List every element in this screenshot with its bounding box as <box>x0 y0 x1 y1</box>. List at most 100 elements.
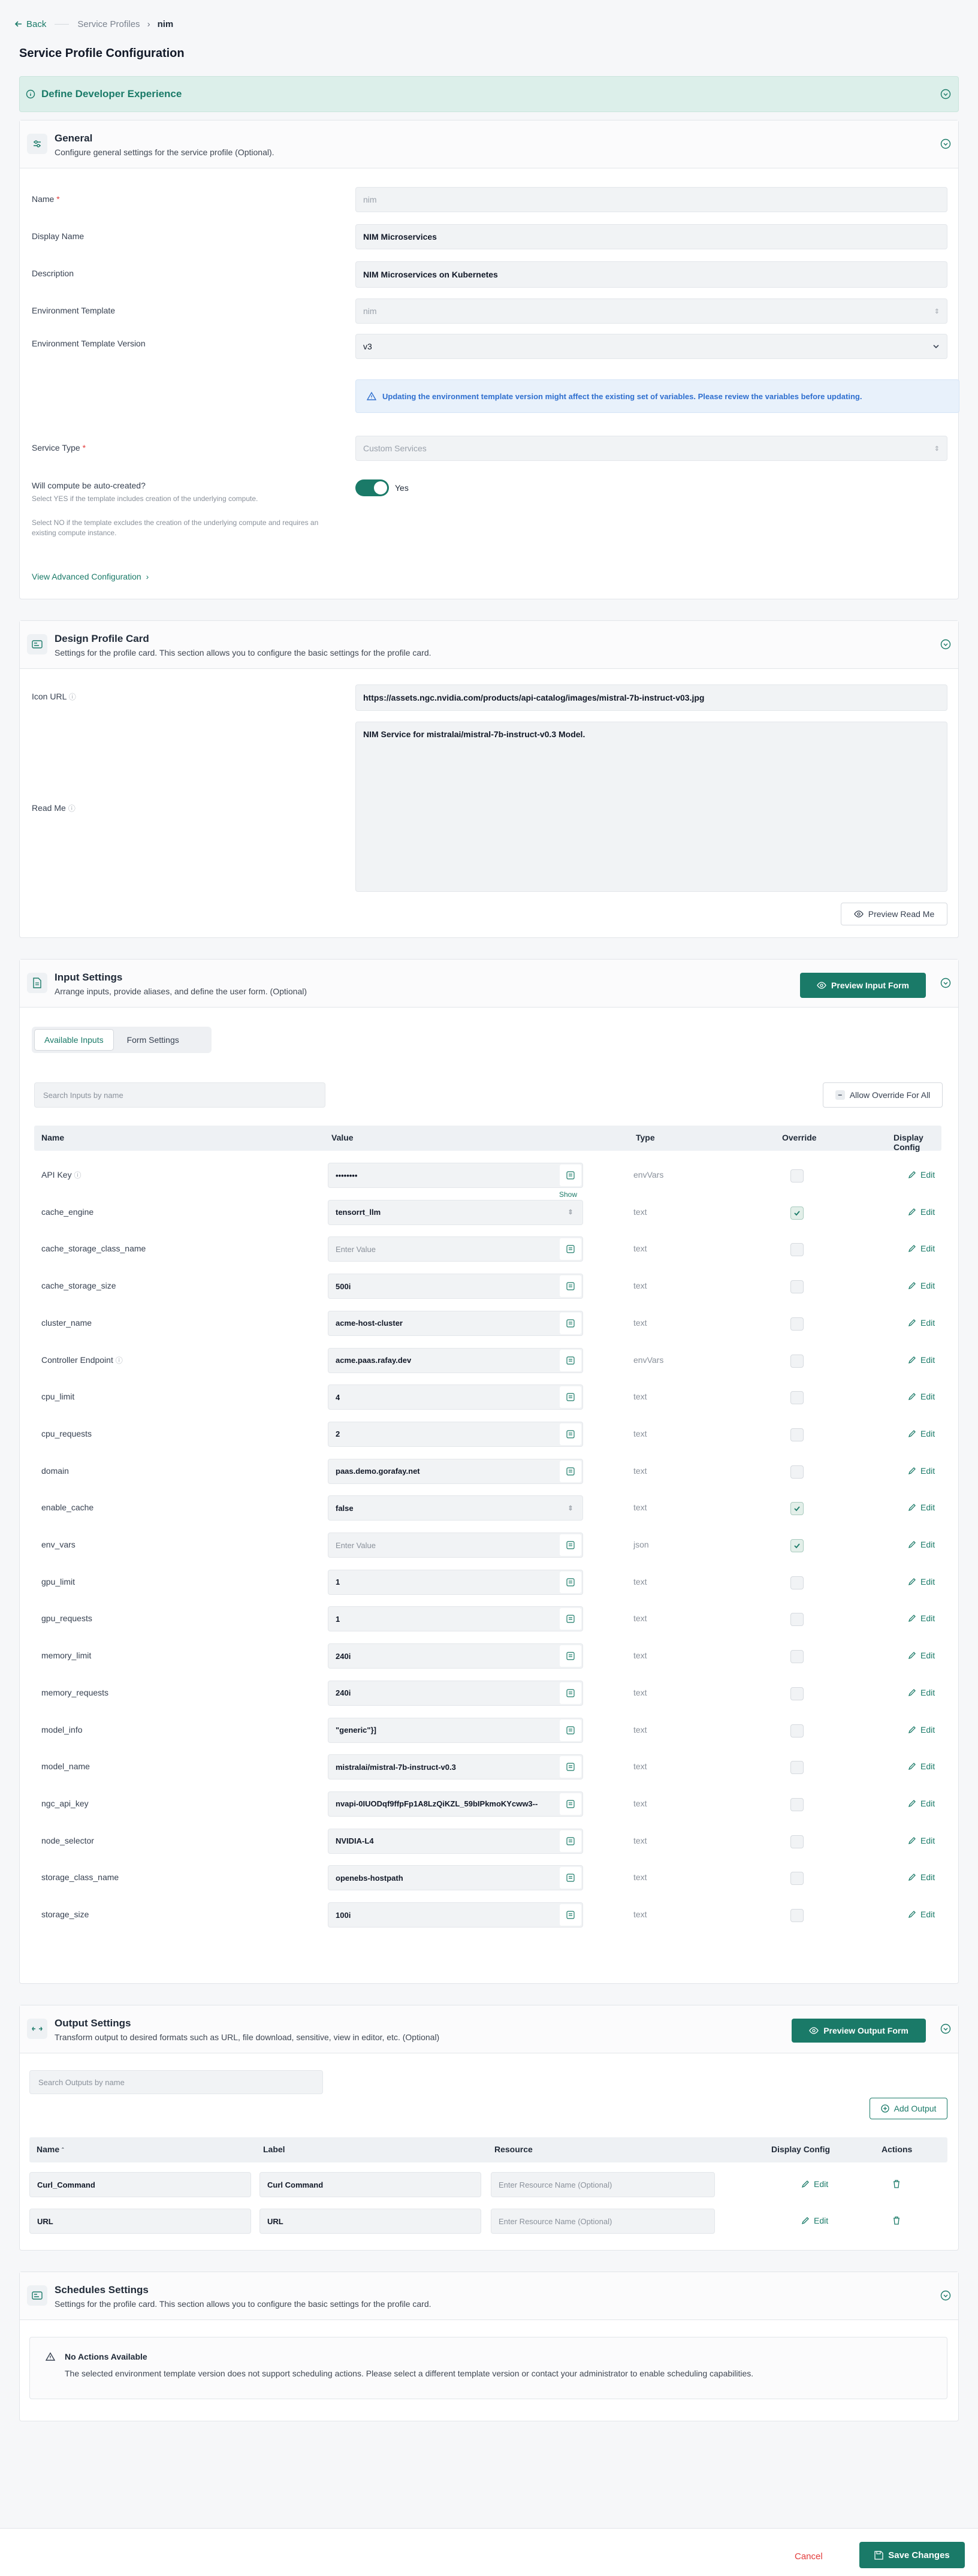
input-value-field[interactable]: 2 <box>328 1421 583 1447</box>
edit-display-config-button[interactable]: Edit <box>908 1799 935 1808</box>
collapse-toggle-icon[interactable] <box>940 89 951 99</box>
edit-display-config-button[interactable]: Edit <box>801 2179 828 2189</box>
variable-picker-icon[interactable] <box>560 1275 581 1298</box>
allow-override-all-button[interactable]: − Allow Override For All <box>823 1082 943 1108</box>
override-checkbox[interactable] <box>790 1280 804 1294</box>
service-type-select[interactable]: Custom Services ⇕ <box>355 436 947 461</box>
override-checkbox[interactable] <box>790 1576 804 1589</box>
variable-picker-icon[interactable] <box>560 1830 581 1852</box>
variable-picker-icon[interactable] <box>560 1904 581 1926</box>
collapse-toggle-icon[interactable] <box>940 2023 951 2034</box>
auto-create-toggle[interactable] <box>355 479 389 496</box>
variable-picker-icon[interactable] <box>560 1312 581 1334</box>
override-checkbox[interactable] <box>790 1169 804 1183</box>
input-value-field[interactable]: 4 <box>328 1384 583 1410</box>
variable-picker-icon[interactable] <box>560 1756 581 1778</box>
collapse-toggle-icon[interactable] <box>940 2290 951 2301</box>
input-value-field[interactable]: acme-host-cluster <box>328 1310 583 1336</box>
edit-display-config-button[interactable]: Edit <box>908 1910 935 1919</box>
input-value-field[interactable]: tensorrt_llm ⇕ <box>328 1199 583 1225</box>
collapse-toggle-icon[interactable] <box>940 639 951 650</box>
variable-picker-icon[interactable] <box>560 1238 581 1260</box>
env-template-version-select[interactable]: v3 <box>355 334 947 359</box>
input-value-field[interactable]: NVIDIA-L4 <box>328 1828 583 1854</box>
search-inputs[interactable]: Search Inputs by name <box>34 1082 325 1108</box>
input-value-field[interactable]: 1 <box>328 1606 583 1632</box>
override-checkbox[interactable] <box>790 1317 804 1331</box>
input-value-field[interactable]: paas.demo.gorafay.net <box>328 1458 583 1484</box>
override-checkbox[interactable] <box>790 1797 804 1811</box>
preview-input-form-button[interactable]: Preview Input Form <box>800 973 926 998</box>
override-checkbox[interactable] <box>790 1724 804 1738</box>
edit-display-config-button[interactable]: Edit <box>908 1281 935 1290</box>
variable-picker-icon[interactable] <box>560 1793 581 1815</box>
output-label-field[interactable]: URL <box>259 2209 481 2234</box>
override-checkbox[interactable] <box>790 1909 804 1922</box>
edit-display-config-button[interactable]: Edit <box>908 1651 935 1660</box>
edit-display-config-button[interactable]: Edit <box>908 1244 935 1253</box>
variable-picker-icon[interactable] <box>560 1386 581 1408</box>
tab-available-inputs[interactable]: Available Inputs <box>34 1029 114 1051</box>
tab-form-settings[interactable]: Form Settings <box>117 1029 189 1051</box>
schedules-header[interactable]: Schedules Settings Settings for the prof… <box>20 2272 958 2320</box>
override-checkbox[interactable] <box>790 1835 804 1848</box>
edit-display-config-button[interactable]: Edit <box>908 1872 935 1882</box>
edit-display-config-button[interactable]: Edit <box>908 1761 935 1771</box>
icon-url-input[interactable]: https://assets.ngc.nvidia.com/products/a… <box>355 684 947 711</box>
output-settings-header[interactable]: Output Settings Transform output to desi… <box>20 2005 958 2053</box>
output-label-field[interactable]: Curl Command <box>259 2172 481 2197</box>
override-checkbox[interactable] <box>790 1465 804 1479</box>
readme-textarea[interactable]: NIM Service for mistralai/mistral-7b-ins… <box>355 722 947 892</box>
input-value-field[interactable]: openebs-hostpath <box>328 1865 583 1891</box>
edit-display-config-button[interactable]: Edit <box>908 1466 935 1476</box>
display-name-input[interactable]: NIM Microservices <box>355 224 947 249</box>
override-checkbox[interactable] <box>790 1502 804 1516</box>
variable-picker-icon[interactable] <box>560 1571 581 1593</box>
edit-display-config-button[interactable]: Edit <box>908 1318 935 1328</box>
input-value-field[interactable]: "generic"}] <box>328 1717 583 1743</box>
name-input[interactable]: nim <box>355 187 947 212</box>
override-checkbox[interactable] <box>790 1687 804 1700</box>
preview-readme-button[interactable]: Preview Read Me <box>841 903 947 925</box>
search-outputs[interactable]: Search Outputs by name <box>29 2070 323 2094</box>
edit-display-config-button[interactable]: Edit <box>908 1725 935 1735</box>
edit-display-config-button[interactable]: Edit <box>908 1207 935 1217</box>
input-value-field[interactable]: •••••••• <box>328 1163 583 1188</box>
input-settings-header[interactable]: Input Settings Arrange inputs, provide a… <box>20 960 958 1008</box>
variable-picker-icon[interactable] <box>560 1645 581 1667</box>
variable-picker-icon[interactable] <box>560 1423 581 1445</box>
trash-icon[interactable] <box>892 2216 901 2225</box>
variable-picker-icon[interactable] <box>560 1349 581 1371</box>
edit-display-config-button[interactable]: Edit <box>908 1429 935 1438</box>
input-value-field[interactable]: false ⇕ <box>328 1495 583 1521</box>
output-name-field[interactable]: URL <box>29 2209 251 2234</box>
override-checkbox[interactable] <box>790 1650 804 1664</box>
collapse-toggle-icon[interactable] <box>940 978 951 988</box>
edit-display-config-button[interactable]: Edit <box>908 1688 935 1697</box>
variable-picker-icon[interactable] <box>560 1719 581 1741</box>
edit-display-config-button[interactable]: Edit <box>908 1836 935 1845</box>
variable-picker-icon[interactable] <box>560 1460 581 1482</box>
variable-picker-icon[interactable] <box>560 1682 581 1704</box>
input-value-field[interactable]: 500i <box>328 1274 583 1299</box>
override-checkbox[interactable] <box>790 1206 804 1220</box>
design-header[interactable]: Design Profile Card Settings for the pro… <box>20 621 958 669</box>
general-header[interactable]: General Configure general settings for t… <box>20 120 958 168</box>
input-value-field[interactable]: Enter Value <box>328 1236 583 1262</box>
view-advanced-config-link[interactable]: View Advanced Configuration › <box>32 572 947 581</box>
description-textarea[interactable]: NIM Microservices on Kubernetes <box>355 261 947 288</box>
variable-picker-icon[interactable] <box>560 1867 581 1889</box>
override-checkbox[interactable] <box>790 1872 804 1886</box>
preview-output-form-button[interactable]: Preview Output Form <box>792 2019 926 2043</box>
edit-display-config-button[interactable]: Edit <box>908 1355 935 1365</box>
col-name[interactable]: Name ˆ <box>37 2144 64 2154</box>
env-template-select[interactable]: nim ⇕ <box>355 298 947 324</box>
output-resource-field[interactable]: Enter Resource Name (Optional) <box>491 2209 715 2234</box>
edit-display-config-button[interactable]: Edit <box>908 1613 935 1623</box>
edit-display-config-button[interactable]: Edit <box>908 1170 935 1180</box>
override-checkbox[interactable] <box>790 1428 804 1441</box>
edit-display-config-button[interactable]: Edit <box>908 1540 935 1549</box>
add-output-button[interactable]: Add Output <box>870 2098 947 2119</box>
trash-icon[interactable] <box>892 2179 901 2189</box>
cancel-button[interactable]: Cancel <box>795 2551 823 2562</box>
